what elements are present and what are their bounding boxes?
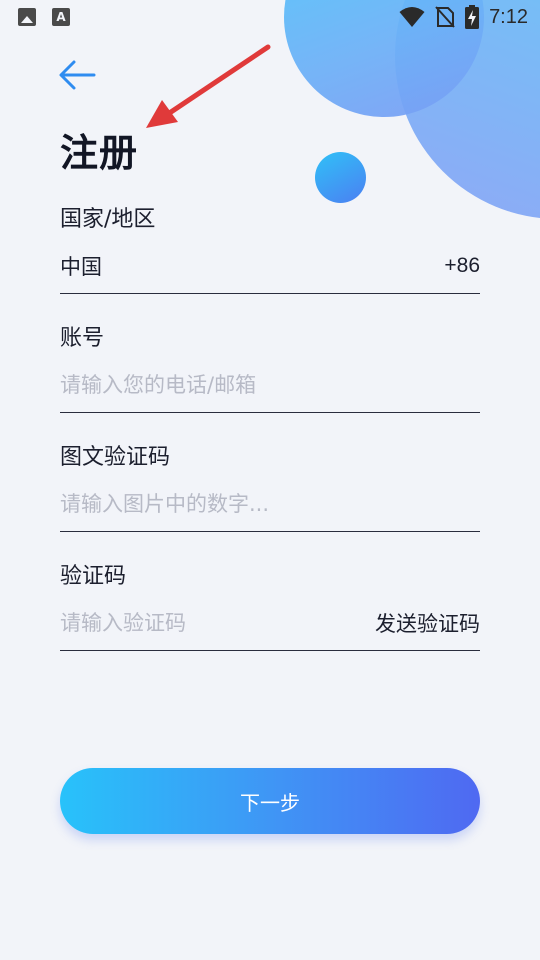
captcha-field: 图文验证码 xyxy=(60,442,480,532)
status-left: A xyxy=(18,8,70,26)
region-label: 国家/地区 xyxy=(60,207,156,232)
register-screen: A 7:12 注册 国家/地区 中国 +86 账号 请输入您的电话/邮箱 图文验… xyxy=(0,0,540,960)
captcha-input[interactable] xyxy=(60,487,360,520)
region-row[interactable]: 中国 +86 xyxy=(60,248,480,294)
account-row xyxy=(60,367,480,413)
clock-time: 7:12 xyxy=(489,5,528,28)
region-code: +86 xyxy=(444,253,480,277)
back-arrow-icon[interactable] xyxy=(58,58,98,92)
account-input[interactable] xyxy=(60,368,360,401)
font-icon: A xyxy=(52,8,70,26)
verify-code-input[interactable] xyxy=(60,606,320,639)
captcha-row xyxy=(60,486,480,532)
account-label: 账号 xyxy=(60,326,105,351)
status-bar: A 7:12 xyxy=(0,0,540,36)
status-right: 7:12 xyxy=(399,5,528,29)
no-sim-icon xyxy=(435,6,455,28)
next-step-button[interactable]: 下一步 xyxy=(60,768,480,834)
page-title: 注册 xyxy=(60,131,139,175)
wifi-icon xyxy=(399,7,425,27)
battery-charging-icon xyxy=(465,5,480,29)
decor-circle-small xyxy=(315,152,366,203)
verify-code-row: 发送验证码 xyxy=(60,605,480,651)
region-value[interactable]: 中国 xyxy=(60,251,102,281)
image-icon xyxy=(18,8,36,26)
verify-code-field: 验证码 发送验证码 xyxy=(60,561,480,651)
annotation-arrow-icon xyxy=(146,44,271,128)
region-field[interactable]: 国家/地区 中国 +86 xyxy=(60,204,480,294)
account-field: 账号 xyxy=(60,323,480,413)
send-code-button[interactable]: 发送验证码 xyxy=(375,608,480,638)
captcha-label: 图文验证码 xyxy=(60,445,171,470)
verify-code-label: 验证码 xyxy=(60,564,127,589)
